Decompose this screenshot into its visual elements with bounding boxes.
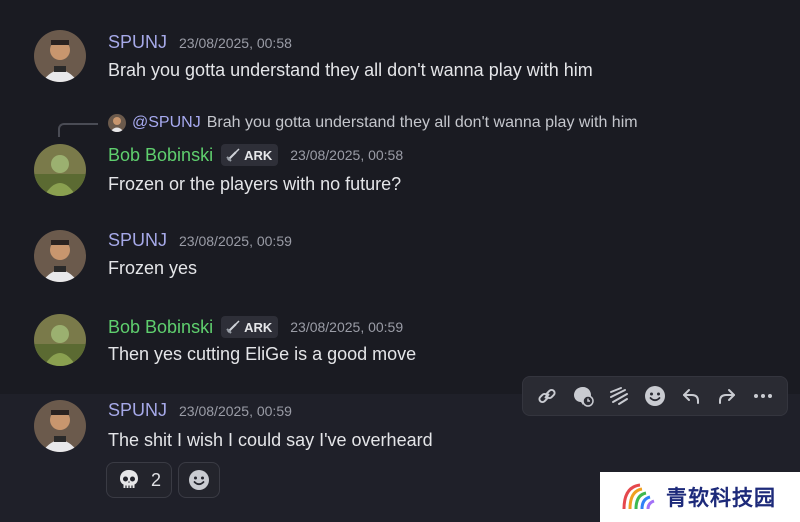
reactions-bar: 2 bbox=[106, 462, 221, 498]
sword-icon bbox=[226, 320, 240, 334]
message-3: SPUNJ 23/08/2025, 00:59 Frozen yes bbox=[0, 226, 800, 286]
link-icon[interactable] bbox=[532, 381, 562, 411]
message-2: Bob Bobinski ARK 23/08/2025, 00:58 Froze… bbox=[0, 140, 800, 200]
guild-tag-badge[interactable]: ARK bbox=[221, 316, 279, 338]
message-content: Frozen yes bbox=[108, 258, 198, 278]
chat-panel: SPUNJ 23/08/2025, 00:58 Brah you gotta u… bbox=[0, 0, 800, 522]
add-reaction-button[interactable] bbox=[178, 462, 221, 498]
reply-text: Brah you gotta understand they all don't… bbox=[206, 114, 638, 131]
username[interactable]: SPUNJ bbox=[108, 32, 167, 53]
message-header: SPUNJ 23/08/2025, 00:59 bbox=[108, 230, 292, 251]
emoji-icon[interactable] bbox=[640, 381, 670, 411]
timestamp: 23/08/2025, 00:58 bbox=[179, 34, 292, 51]
badge-label: ARK bbox=[244, 319, 273, 335]
forward-icon[interactable] bbox=[712, 381, 742, 411]
guild-tag-badge[interactable]: ARK bbox=[221, 144, 279, 166]
message-actions-toolbar bbox=[522, 376, 788, 416]
message-content: Frozen or the players with no future? bbox=[108, 174, 402, 194]
skull-icon bbox=[120, 470, 138, 488]
timestamp: 23/08/2025, 00:59 bbox=[179, 232, 292, 249]
timestamp: 23/08/2025, 00:59 bbox=[179, 402, 292, 419]
thread-icon[interactable] bbox=[568, 381, 598, 411]
reply-mention[interactable]: @SPUNJ bbox=[132, 114, 201, 132]
avatar-spunj[interactable] bbox=[34, 400, 86, 452]
more-icon[interactable] bbox=[748, 381, 778, 411]
message-4: Bob Bobinski ARK 23/08/2025, 00:59 Then … bbox=[0, 312, 800, 372]
message-header: Bob Bobinski ARK 23/08/2025, 00:59 bbox=[108, 316, 403, 338]
username[interactable]: Bob Bobinski bbox=[108, 145, 213, 166]
badge-label: ARK bbox=[244, 147, 273, 163]
avatar-spunj[interactable] bbox=[34, 230, 86, 282]
reply-connector bbox=[58, 123, 98, 137]
timestamp: 23/08/2025, 00:58 bbox=[290, 147, 404, 163]
username[interactable]: SPUNJ bbox=[108, 230, 167, 251]
reaction-skull[interactable]: 2 bbox=[106, 462, 173, 498]
sticker-icon[interactable] bbox=[604, 381, 634, 411]
reply-icon[interactable] bbox=[676, 381, 706, 411]
watermark-text: 青软科技园 bbox=[666, 487, 776, 510]
reply-avatar bbox=[108, 114, 126, 132]
reply-preview[interactable]: @SPUNJ Brah you gotta understand they al… bbox=[108, 114, 638, 132]
avatar-spunj[interactable] bbox=[34, 30, 86, 82]
message-content: Brah you gotta understand they all don't… bbox=[108, 60, 593, 80]
reaction-count: 2 bbox=[151, 469, 162, 490]
watermark: 青软科技园 bbox=[600, 472, 800, 522]
emoji-icon bbox=[189, 470, 210, 490]
message-header: SPUNJ 23/08/2025, 00:59 bbox=[108, 400, 292, 421]
watermark-logo-icon bbox=[622, 483, 655, 510]
username[interactable]: Bob Bobinski bbox=[108, 317, 213, 338]
timestamp: 23/08/2025, 00:59 bbox=[290, 319, 404, 335]
username[interactable]: SPUNJ bbox=[108, 400, 167, 421]
message-1: SPUNJ 23/08/2025, 00:58 Brah you gotta u… bbox=[0, 22, 800, 102]
message-header: SPUNJ 23/08/2025, 00:58 bbox=[108, 32, 292, 53]
avatar-bob[interactable] bbox=[34, 144, 86, 196]
message-content: Then yes cutting EliGe is a good move bbox=[108, 344, 417, 364]
sword-icon bbox=[226, 148, 240, 162]
avatar-bob[interactable] bbox=[34, 314, 86, 366]
message-header: Bob Bobinski ARK 23/08/2025, 00:58 bbox=[108, 144, 403, 166]
message-content: The shit I wish I could say I've overhea… bbox=[108, 430, 433, 450]
